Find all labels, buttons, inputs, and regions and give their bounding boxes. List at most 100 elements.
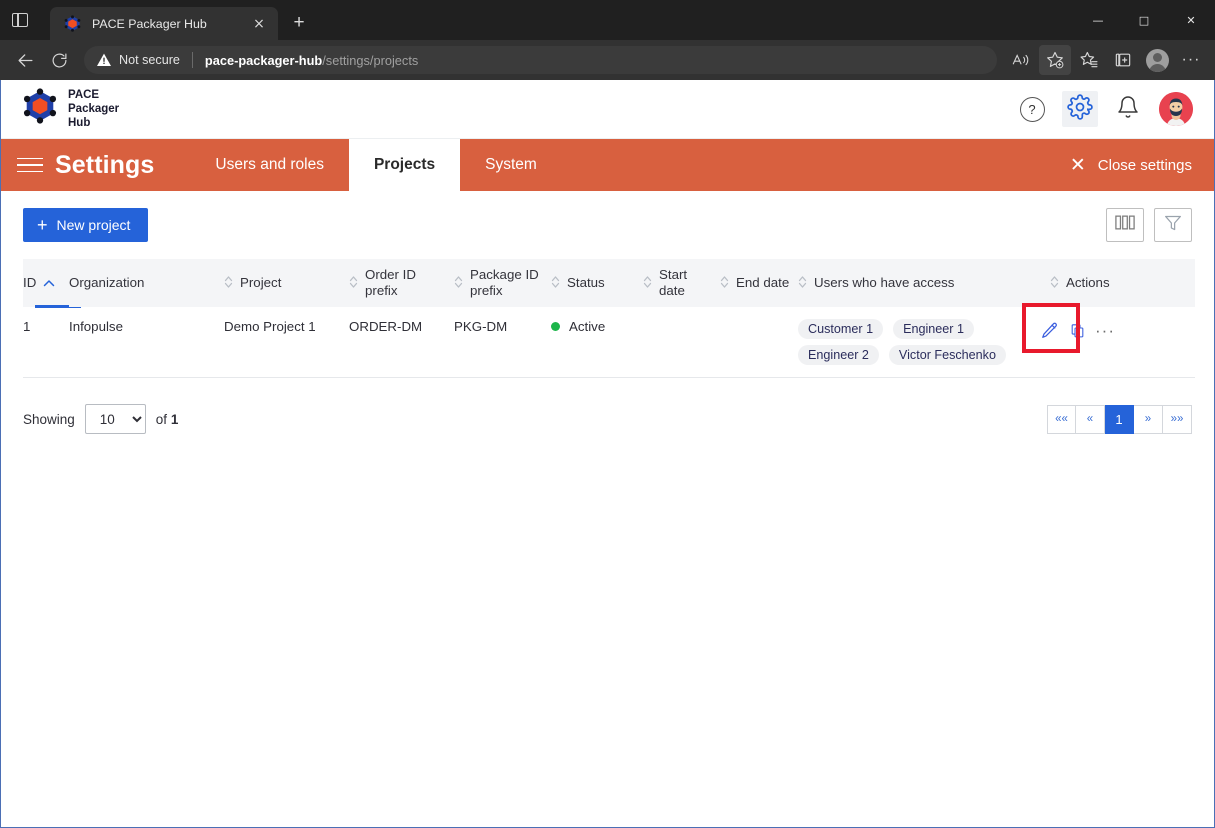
window-minimize-button[interactable]: — — [1075, 0, 1121, 40]
avatar-image — [1159, 92, 1193, 126]
th-order-id-prefix-label: Order ID prefix — [365, 267, 416, 298]
app-header-actions: ? — [1014, 91, 1194, 127]
address-bar[interactable]: Not secure pace-packager-hub/settings/pr… — [84, 46, 997, 74]
sort-icon — [551, 275, 560, 292]
next-page-button[interactable]: » — [1134, 404, 1163, 434]
not-secure-label: Not secure — [119, 53, 180, 67]
cell-start-date — [643, 307, 720, 378]
browser-tab[interactable]: PACE Packager Hub × — [50, 7, 278, 40]
th-end-date[interactable]: End date — [720, 259, 798, 307]
notifications-button[interactable] — [1110, 91, 1146, 127]
th-users-who-have-access[interactable]: Users who have access — [798, 259, 1030, 307]
app-logo[interactable]: PACE Packager Hub — [23, 88, 119, 130]
copy-icon[interactable] — [1066, 319, 1088, 341]
projects-content: + New project ID Organization Project Or… — [1, 191, 1214, 448]
plus-icon: + — [37, 215, 48, 235]
status-label: Active — [569, 319, 606, 334]
cell-id: 1 — [23, 307, 69, 378]
total-value: 1 — [170, 411, 179, 427]
page-size-select[interactable]: 10 25 50 100 — [84, 404, 146, 434]
window-maximize-button[interactable]: □ — [1121, 0, 1167, 40]
tab-users-and-roles[interactable]: Users and roles — [190, 139, 349, 191]
tab-system[interactable]: System — [460, 139, 562, 191]
showing-label: Showing — [23, 411, 75, 427]
cell-status: Active — [551, 307, 643, 378]
th-actions-label: Actions — [1066, 275, 1110, 291]
th-start-date[interactable]: Start date — [643, 259, 720, 307]
page-size-control: Showing 10 25 50 100 of 1 — [23, 404, 178, 434]
th-id[interactable]: ID — [23, 259, 81, 308]
th-status[interactable]: Status — [551, 259, 643, 307]
user-pill[interactable]: Engineer 1 — [893, 319, 975, 339]
window-controls: — □ ✕ — [1075, 0, 1215, 40]
user-pill[interactable]: Victor Feschenko — [888, 345, 1006, 365]
pace-cube-icon — [64, 15, 81, 32]
th-status-label: Status — [567, 275, 605, 291]
table-footer: Showing 10 25 50 100 of 1 «« « 1 — [23, 378, 1192, 448]
pace-cube-logo-icon — [23, 88, 57, 129]
address-divider — [191, 52, 193, 68]
columns-button[interactable] — [1106, 208, 1144, 242]
reload-icon[interactable] — [42, 45, 76, 75]
sort-icon — [454, 275, 463, 292]
table-row[interactable]: 1 Infopulse Demo Project 1 ORDER-DM PKG-… — [23, 303, 1195, 378]
read-aloud-icon[interactable] — [1005, 45, 1037, 75]
filter-button[interactable] — [1154, 208, 1192, 242]
of-label: of — [155, 411, 168, 427]
add-favorite-icon[interactable] — [1039, 45, 1071, 75]
prev-page-button[interactable]: « — [1076, 404, 1105, 434]
bell-icon — [1116, 95, 1140, 124]
th-organization[interactable]: Organization — [69, 259, 224, 307]
user-pill[interactable]: Customer 1 — [798, 319, 884, 339]
pagination: «« « 1 » »» — [1047, 404, 1192, 434]
projects-table: ID Organization Project Order ID prefix … — [23, 259, 1195, 378]
th-order-id-prefix[interactable]: Order ID prefix — [349, 259, 454, 307]
logo-line-3: Hub — [68, 117, 91, 129]
tab-projects[interactable]: Projects — [348, 139, 461, 191]
url-host: pace-packager-hub — [204, 52, 323, 68]
th-actions[interactable]: Actions — [1030, 259, 1195, 307]
user-pill[interactable]: Engineer 2 — [798, 345, 879, 365]
th-project[interactable]: Project — [224, 259, 349, 307]
first-page-button[interactable]: «« — [1047, 404, 1076, 434]
favorites-list-icon[interactable] — [1073, 45, 1105, 75]
tab-actions-icon[interactable] — [0, 0, 40, 40]
tab-title: PACE Packager Hub — [92, 16, 207, 31]
last-page-button[interactable]: »» — [1163, 404, 1192, 434]
close-settings-button[interactable]: ✕ Close settings — [1070, 139, 1214, 191]
collections-icon[interactable] — [1107, 45, 1139, 75]
browser-window: PACE Packager Hub × + — □ ✕ Not secure p… — [0, 0, 1215, 828]
th-start-date-label: Start date — [659, 267, 688, 298]
profile-avatar-icon[interactable] — [1141, 45, 1173, 75]
grid-tools — [1106, 208, 1192, 242]
close-icon: ✕ — [1069, 154, 1086, 176]
help-button[interactable]: ? — [1014, 91, 1050, 127]
cell-project: Demo Project 1 — [224, 307, 349, 378]
th-id-label: ID — [23, 275, 37, 291]
settings-button[interactable] — [1062, 91, 1098, 127]
sort-icon — [643, 275, 652, 292]
new-tab-button[interactable]: + — [284, 8, 314, 38]
logo-line-1: PACE — [68, 88, 100, 101]
tab-close-icon[interactable]: × — [248, 13, 270, 35]
user-avatar[interactable] — [1158, 91, 1194, 127]
cell-order-id-prefix: ORDER-DM — [349, 307, 454, 378]
hamburger-menu-icon[interactable] — [1, 139, 55, 191]
new-project-button[interactable]: + New project — [23, 208, 149, 242]
cell-users: Customer 1 Engineer 1 Engineer 2 Victor … — [798, 307, 1030, 378]
page-viewport: PACE Packager Hub ? Settings Users and r… — [0, 80, 1215, 828]
browser-more-menu-icon[interactable]: ··· — [1175, 45, 1207, 75]
row-actions: ··· — [1022, 303, 1195, 353]
url-path: /settings/projects — [322, 52, 419, 68]
back-arrow-icon[interactable] — [8, 45, 42, 75]
row-more-menu-icon[interactable]: ··· — [1094, 319, 1116, 341]
user-pill-list: Customer 1 Engineer 1 Engineer 2 Victor … — [798, 319, 1013, 365]
settings-bar: Settings Users and roles Projects System… — [1, 139, 1214, 191]
page-1-button[interactable]: 1 — [1105, 404, 1134, 434]
th-users-label: Users who have access — [814, 275, 955, 291]
sort-icon — [349, 275, 358, 292]
window-close-button[interactable]: ✕ — [1167, 0, 1215, 40]
th-package-id-prefix[interactable]: Package ID prefix — [454, 259, 551, 307]
edit-pencil-icon[interactable] — [1038, 319, 1060, 341]
browser-toolbar-right: ··· — [1005, 45, 1207, 75]
